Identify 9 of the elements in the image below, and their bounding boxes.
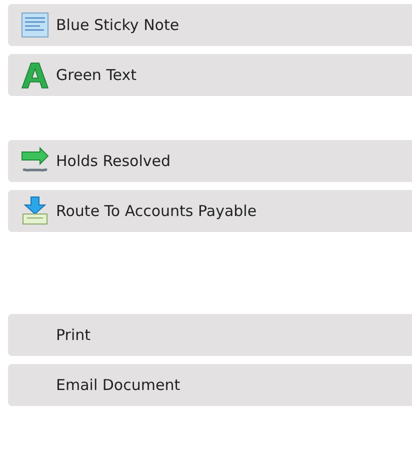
action-button[interactable]: Holds Resolved xyxy=(8,140,412,182)
letter-a-icon xyxy=(20,60,50,90)
action-button[interactable]: Email Document xyxy=(8,364,412,406)
tray-arrow-icon xyxy=(20,196,50,226)
action-button[interactable]: Print xyxy=(8,314,412,356)
action-button[interactable]: Route To Accounts Payable xyxy=(8,190,412,232)
sticky-note-icon xyxy=(20,10,50,40)
action-button[interactable]: Green Text xyxy=(8,54,412,96)
action-button[interactable]: Blue Sticky Note xyxy=(8,4,412,46)
